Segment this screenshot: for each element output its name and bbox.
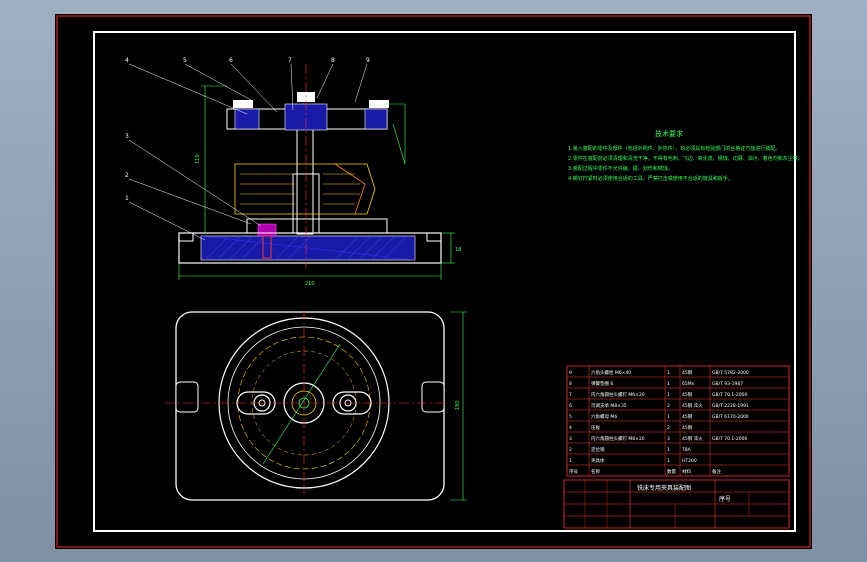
bom-cell-mat: T8A — [681, 447, 692, 453]
bom-header-mat: 材料 — [682, 468, 691, 475]
bom-header-row: 序号 名称 数量 材料 备注 — [569, 468, 721, 475]
bom-row: 1 夹具体 1 HT200 — [569, 457, 697, 464]
bom-cell-no: 9 — [569, 370, 572, 376]
drawing-title: 铣床专用夹具装配图 — [637, 484, 691, 492]
bom-cell-mat: 65Mn — [682, 381, 695, 387]
bom-table: 9 六角头螺栓 M6×40 1 45钢 GB/T 5782-20008 弹簧垫圈 6 1 65… — [566, 365, 790, 477]
tech-req-line-4: 4.螺钉拧紧时必须使用合适的工具，严禁打击或使用不合适的旋具和扳手。 — [568, 175, 733, 182]
bom-cell-mat: 45钢 淬火 — [682, 435, 703, 442]
bom-row: 3 内六角圆柱头螺钉 M8×20 3 45钢 淬火 GB/T 70.1-2000 — [569, 435, 748, 442]
front-section-view: 110 210 18 4 5 6 7 8 9 3 2 1 — [125, 57, 461, 287]
dim-base-thickness: 18 — [455, 247, 461, 253]
bom-cell-std: GB/T 70.1-2000 — [712, 392, 748, 398]
bom-cell-no: 1 — [569, 458, 572, 464]
bom-cell-no: 3 — [569, 436, 572, 442]
part-label-2: 2 — [125, 172, 129, 179]
bom-cell-name: 夹具体 — [591, 457, 605, 464]
part-label-6: 6 — [229, 57, 233, 64]
bom-cell-name: 定位销 — [591, 446, 605, 453]
bom-header-std: 备注 — [712, 468, 721, 475]
bom-header-qty: 数量 — [667, 468, 676, 475]
tech-req-title: 技术要求 — [655, 129, 683, 138]
bom-cell-qty: 2 — [667, 403, 670, 409]
bom-cell-no: 4 — [569, 425, 572, 431]
bom-cell-name: 弹簧垫圈 6 — [591, 380, 613, 387]
bom-cell-no: 2 — [569, 447, 572, 453]
bom-cell-qty: 1 — [667, 370, 670, 376]
outer-border — [56, 15, 811, 548]
bom-cell-qty: 1 — [667, 381, 670, 387]
bom-cell-qty: 2 — [667, 425, 670, 431]
plan-view: 180 — [165, 310, 467, 501]
part-label-7: 7 — [288, 57, 292, 64]
cad-viewport: 110 210 18 4 5 6 7 8 9 3 2 1 180 技术要求 1.… — [0, 0, 867, 562]
bom-header-name: 名称 — [591, 468, 600, 475]
bom-cell-mat: 45钢 淬火 — [682, 402, 703, 409]
tech-req-line-1: 1.装入装配的零件及部件（包括外购件、外协件），均必须具有检验部门的合格证方能进… — [568, 145, 780, 152]
bom-cell-no: 8 — [569, 381, 572, 387]
tech-requirements: 技术要求 1.装入装配的零件及部件（包括外购件、外协件），均必须具有检验部门的合… — [568, 129, 803, 182]
bom-cell-name: 六角头螺栓 M6×40 — [591, 369, 631, 376]
bom-header-no: 序号 — [569, 468, 578, 475]
bom-cell-qty: 1 — [667, 392, 670, 398]
bom-cell-std: GB/T 93-1987 — [712, 381, 743, 387]
part-label-3: 3 — [125, 133, 129, 140]
dim-width: 210 — [305, 281, 315, 287]
bom-row: 4 压板 2 45钢 — [569, 424, 693, 431]
bom-cell-std: GB/T 5782-2000 — [712, 370, 749, 376]
bom-cell-qty: 1 — [667, 447, 670, 453]
dim-plan-height: 180 — [455, 400, 461, 410]
bom-cell-qty: 1 — [667, 458, 670, 464]
bom-cell-name: 可调支承 M8×35 — [591, 402, 627, 409]
part-label-8: 8 — [331, 57, 335, 64]
bom-cell-qty: 1 — [667, 414, 670, 420]
bom-cell-name: 压板 — [591, 424, 600, 431]
bom-row: 7 内六角圆柱头螺钉 M6×20 1 45钢 GB/T 70.1-2000 — [569, 391, 748, 398]
bom-cell-name: 内六角圆柱头螺钉 M6×20 — [591, 391, 645, 398]
bom-cell-mat: HT200 — [682, 458, 697, 464]
title-block-no: 序号 — [719, 495, 731, 503]
bom-cell-qty: 3 — [667, 436, 670, 442]
bom-row: 6 可调支承 M8×35 2 45钢 淬火 GB/T 2228-1991 — [569, 402, 749, 409]
bom-row: 9 六角头螺栓 M6×40 1 45钢 GB/T 5782-2000 — [569, 369, 749, 376]
bom-cell-name: 内六角圆柱头螺钉 M8×20 — [591, 435, 645, 442]
bom-cell-mat: 45钢 — [682, 391, 693, 398]
bom-cell-no: 6 — [569, 403, 572, 409]
bom-cell-no: 7 — [569, 392, 572, 398]
bom-row: 2 定位销 1 T8A — [569, 446, 692, 453]
bom-cell-mat: 45钢 — [682, 369, 693, 376]
part-label-9: 9 — [366, 57, 370, 64]
bom-row: 8 弹簧垫圈 6 1 65Mn GB/T 93-1987 — [569, 380, 743, 387]
part-label-1: 1 — [125, 195, 129, 202]
bom-cell-no: 5 — [569, 414, 572, 420]
drawing-sheet: 110 210 18 4 5 6 7 8 9 3 2 1 180 技术要求 1.… — [55, 14, 812, 549]
bom-cell-mat: 45钢 — [682, 413, 693, 420]
dim-height: 110 — [195, 154, 201, 164]
part-label-5: 5 — [183, 57, 187, 64]
title-block: 铣床专用夹具装配图 序号 — [563, 479, 790, 529]
bom-cell-std: GB/T 2228-1991 — [712, 403, 749, 409]
bom-cell-name: 六角螺母 M6 — [591, 413, 617, 420]
part-label-4: 4 — [125, 57, 129, 64]
tech-req-line-3: 3.装配过程中零件不允许磕、碰、划伤和锈蚀。 — [568, 165, 673, 172]
tech-req-line-2: 2.零件在装配前必须清理和清洗干净，不得有毛刺、飞边、氧化皮、锈蚀、切屑、油污、… — [568, 155, 803, 162]
bom-cell-mat: 45钢 — [682, 424, 693, 431]
drawing-canvas: 110 210 18 4 5 6 7 8 9 3 2 1 180 技术要求 1.… — [56, 15, 811, 548]
bom-cell-std: GB/T 70.1-2000 — [712, 436, 748, 442]
bom-cell-std: GB/T 6170-2000 — [712, 414, 749, 420]
bom-row: 5 六角螺母 M6 1 45钢 GB/T 6170-2000 — [569, 413, 749, 420]
